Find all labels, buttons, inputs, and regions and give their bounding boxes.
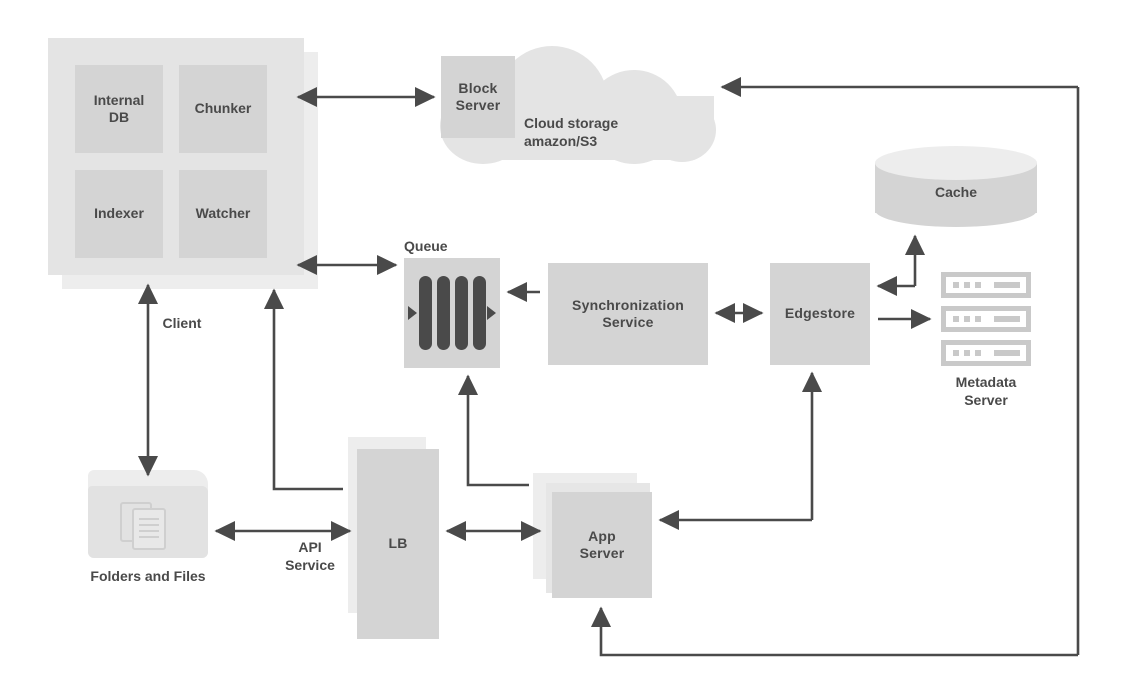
edgestore-box[interactable]: Edgestore — [770, 263, 870, 365]
client-component-indexer-label: Indexer — [94, 205, 144, 222]
document-text-line-3 — [139, 530, 159, 532]
block-server-box[interactable]: Block Server — [441, 56, 515, 138]
queue-output-triangle-icon — [487, 306, 496, 320]
architecture-diagram-canvas: Internal DB Chunker Indexer Watcher Clie… — [0, 0, 1131, 684]
queue-input-triangle-icon — [408, 306, 417, 320]
connector-app-server-to-queue — [457, 374, 529, 487]
client-component-internal-db[interactable]: Internal DB — [75, 65, 163, 153]
document-text-line-1 — [139, 518, 159, 520]
synchronization-service-label: Synchronization Service — [572, 296, 684, 331]
rack-led-3b — [964, 350, 970, 356]
rack-led-2b — [964, 316, 970, 322]
client-label: Client — [162, 315, 202, 331]
connector-bus-to-app-server — [590, 606, 1078, 657]
load-balancer-label: LB — [388, 535, 408, 552]
cache-label: Cache — [934, 184, 978, 200]
metadata-server-icon[interactable] — [941, 272, 1031, 366]
metadata-server-label: Metadata Server — [955, 374, 1017, 408]
queue-bar-4 — [473, 276, 486, 350]
client-component-watcher[interactable]: Watcher — [179, 170, 267, 258]
rack-led-1b — [964, 282, 970, 288]
client-component-chunker[interactable]: Chunker — [179, 65, 267, 153]
rack-bar-2 — [994, 316, 1020, 322]
rack-bar-1 — [994, 282, 1020, 288]
cloud-storage-label: Cloud storage amazon/S3 — [524, 115, 619, 150]
load-balancer-box[interactable]: LB — [357, 449, 439, 639]
queue-bar-2 — [437, 276, 450, 350]
client-component-internal-db-label: Internal DB — [93, 91, 145, 126]
queue-bar-1 — [419, 276, 432, 350]
synchronization-service-box[interactable]: Synchronization Service — [548, 263, 708, 365]
rack-led-3a — [953, 350, 959, 356]
folders-and-files-label: Folders and Files — [90, 568, 206, 584]
api-service-label: API Service — [285, 539, 335, 573]
rack-led-1c — [975, 282, 981, 288]
document-text-line-2 — [139, 524, 159, 526]
cache-store[interactable]: Cache — [875, 146, 1037, 228]
rack-led-1a — [953, 282, 959, 288]
rack-led-2c — [975, 316, 981, 322]
block-server-label: Block Server — [455, 79, 501, 114]
app-server-label: App Server — [579, 527, 625, 562]
rack-led-2a — [953, 316, 959, 322]
document-text-line-4 — [139, 536, 159, 538]
client-component-chunker-label: Chunker — [194, 100, 252, 117]
app-server-box[interactable]: App Server — [552, 492, 652, 598]
rack-bar-3 — [994, 350, 1020, 356]
client-component-indexer[interactable]: Indexer — [75, 170, 163, 258]
document-page-front-icon — [132, 508, 166, 550]
folders-and-files-icon[interactable] — [88, 470, 208, 558]
queue-bar-3 — [455, 276, 468, 350]
client-component-watcher-label: Watcher — [195, 205, 251, 222]
connector-load-balancer-to-client — [263, 288, 343, 491]
edgestore-label: Edgestore — [784, 305, 856, 322]
rack-led-3c — [975, 350, 981, 356]
queue-label: Queue — [404, 238, 448, 254]
